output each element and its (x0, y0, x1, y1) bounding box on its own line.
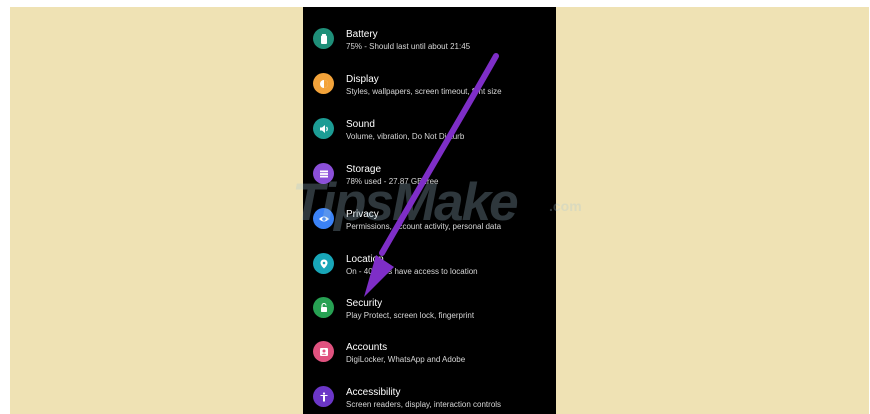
privacy-icon (313, 208, 334, 229)
settings-item-title: Accessibility (346, 387, 401, 398)
settings-item-accessibility[interactable]: Accessibility Screen readers, display, i… (303, 379, 556, 414)
settings-item-title: Location (346, 254, 384, 265)
accounts-icon (313, 341, 334, 362)
sound-icon (313, 118, 334, 139)
settings-item-title: Display (346, 74, 379, 85)
settings-item-subtitle: On - 40 apps have access to location (346, 267, 478, 276)
settings-item-title: Battery (346, 29, 378, 40)
phone-screen: Battery 75% - Should last until about 21… (303, 7, 556, 414)
storage-icon (313, 163, 334, 184)
settings-item-subtitle: Play Protect, screen lock, fingerprint (346, 311, 475, 320)
settings-item-battery[interactable]: Battery 75% - Should last until about 21… (303, 21, 556, 63)
display-icon (313, 73, 334, 94)
settings-item-privacy[interactable]: Privacy Permissions, account activity, p… (303, 201, 556, 243)
settings-item-title: Sound (346, 119, 375, 130)
settings-item-subtitle: Permissions, account activity, personal … (346, 222, 502, 231)
battery-icon (313, 28, 334, 49)
settings-item-storage[interactable]: Storage 78% used - 27.87 GB free (303, 156, 556, 198)
location-icon (313, 253, 334, 274)
accessibility-icon (313, 386, 334, 407)
settings-item-location[interactable]: Location On - 40 apps have access to loc… (303, 246, 556, 288)
settings-item-display[interactable]: Display Styles, wallpapers, screen timeo… (303, 66, 556, 108)
settings-item-subtitle: Volume, vibration, Do Not Disturb (346, 132, 465, 141)
settings-item-sound[interactable]: Sound Volume, vibration, Do Not Disturb (303, 111, 556, 153)
settings-item-accounts[interactable]: Accounts DigiLocker, WhatsApp and Adobe (303, 334, 556, 376)
settings-list: Battery 75% - Should last until about 21… (303, 7, 556, 414)
settings-item-security[interactable]: Security Play Protect, screen lock, fing… (303, 290, 556, 332)
settings-item-subtitle: Styles, wallpapers, screen timeout, font… (346, 87, 502, 96)
settings-item-title: Privacy (346, 209, 379, 220)
settings-item-subtitle: Screen readers, display, interaction con… (346, 400, 502, 409)
security-icon (313, 297, 334, 318)
settings-item-subtitle: DigiLocker, WhatsApp and Adobe (346, 355, 466, 364)
settings-item-subtitle: 75% - Should last until about 21:45 (346, 42, 471, 51)
settings-item-subtitle: 78% used - 27.87 GB free (346, 177, 439, 186)
settings-item-title: Storage (346, 164, 382, 175)
settings-item-title: Accounts (346, 342, 388, 353)
settings-item-title: Security (346, 298, 383, 309)
